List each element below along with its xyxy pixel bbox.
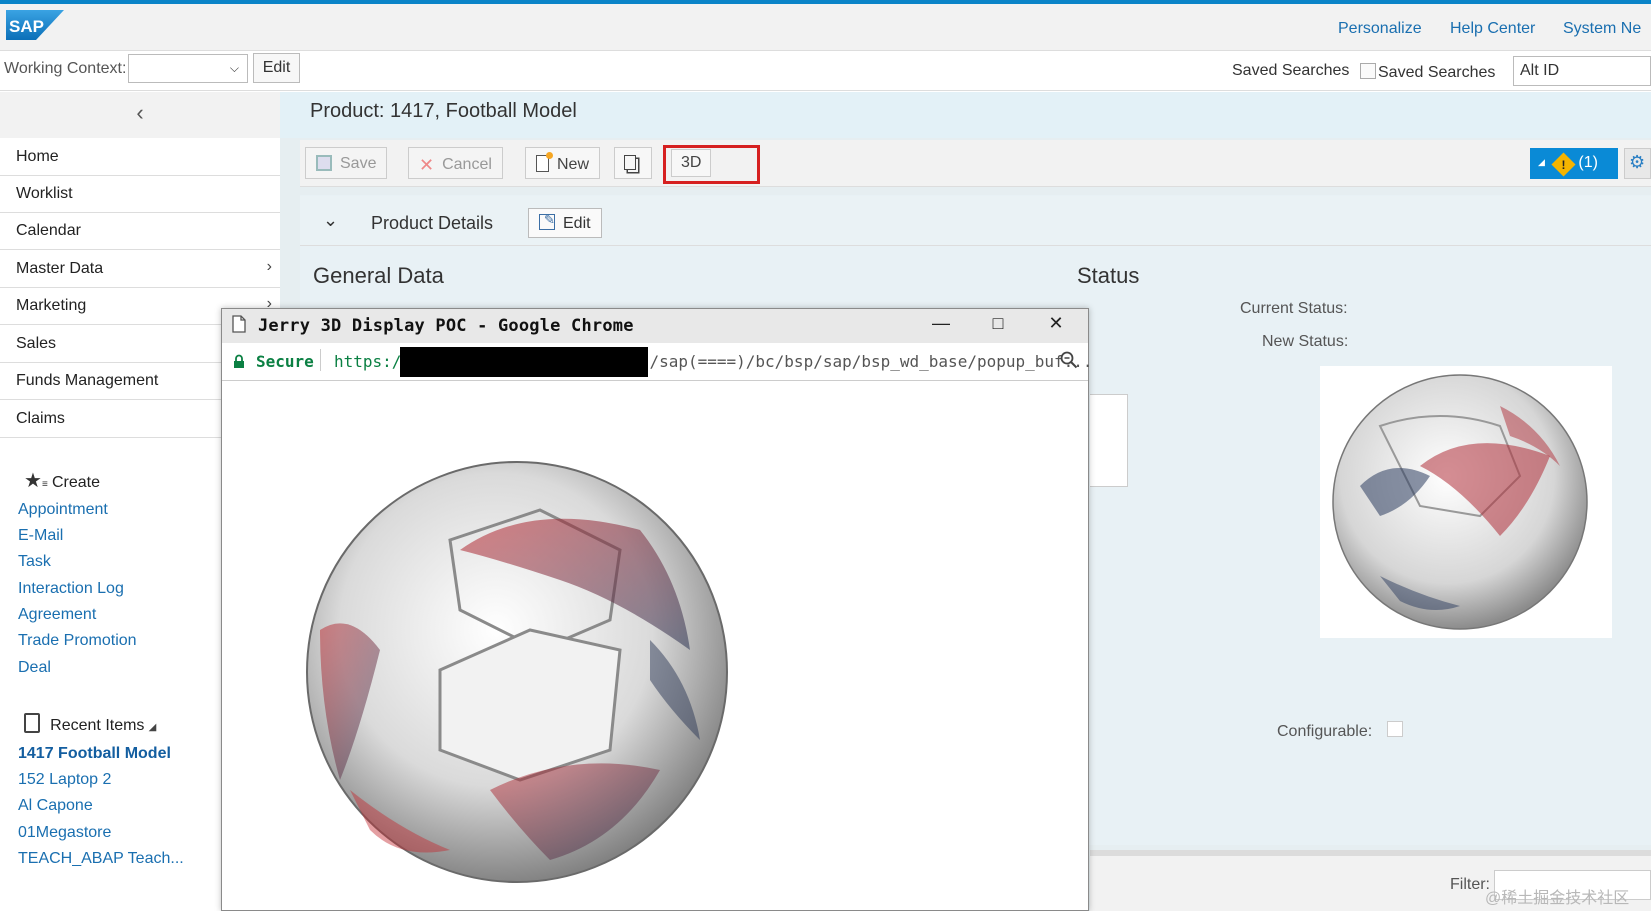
page-icon bbox=[232, 315, 246, 337]
3d-football-render[interactable] bbox=[290, 450, 740, 900]
warning-icon: ! bbox=[1551, 152, 1576, 177]
minimize-icon: — bbox=[932, 313, 950, 333]
current-status-label: Current Status: bbox=[1240, 300, 1348, 317]
saved-searches-label: Saved Searches bbox=[1232, 62, 1350, 79]
floppy-disk-icon bbox=[316, 155, 332, 171]
panel-header bbox=[300, 196, 1651, 246]
create-title: Create bbox=[51, 474, 100, 491]
chevron-down-icon: ⌵ bbox=[229, 61, 239, 75]
configurable-checkbox[interactable] bbox=[1387, 721, 1403, 737]
recent-items-title: Recent Items bbox=[50, 717, 145, 734]
lock-icon bbox=[233, 354, 245, 373]
create-interaction-log-link[interactable]: Interaction Log bbox=[18, 580, 124, 598]
new-button[interactable]: New bbox=[525, 147, 601, 179]
star-list-icon: ★≡ bbox=[24, 470, 48, 492]
new-status-label: New Status: bbox=[1262, 333, 1349, 350]
copy-icon bbox=[624, 155, 636, 170]
cancel-button[interactable]: ✕ Cancel bbox=[408, 147, 503, 179]
minimize-button[interactable]: — bbox=[921, 313, 961, 339]
filter-label: Filter: bbox=[1450, 876, 1490, 893]
recent-item-link[interactable]: 152 Laptop 2 bbox=[18, 771, 111, 789]
secure-label: Secure bbox=[256, 352, 314, 371]
close-window-button[interactable]: ✕ bbox=[1036, 313, 1076, 339]
configurable-label: Configurable: bbox=[1277, 723, 1373, 740]
personalize-link[interactable]: Personalize bbox=[1338, 20, 1422, 38]
system-news-link[interactable]: System Ne bbox=[1563, 20, 1641, 38]
saved-searches-dropdown[interactable]: Saved Searches bbox=[1360, 63, 1495, 82]
collapse-nav-button[interactable]: ‹ bbox=[0, 92, 280, 138]
maximize-icon: □ bbox=[992, 313, 1004, 333]
sap-logo: SAP bbox=[6, 10, 64, 40]
maximize-button[interactable]: □ bbox=[978, 313, 1018, 339]
settings-button[interactable]: ⚙ bbox=[1624, 148, 1651, 179]
popup-title: Jerry 3D Display POC - Google Chrome bbox=[258, 316, 634, 336]
panel-edit-button[interactable]: ✎ Edit bbox=[528, 208, 602, 238]
working-context-label: Working Context: bbox=[4, 60, 127, 77]
recent-item-link[interactable]: Al Capone bbox=[18, 797, 93, 815]
collapse-triangle-icon: ◢ bbox=[148, 722, 157, 733]
nav-item-home[interactable]: Home bbox=[0, 139, 280, 176]
help-center-link[interactable]: Help Center bbox=[1450, 20, 1535, 38]
create-section-header: ★≡ Create bbox=[24, 468, 100, 493]
working-context-select[interactable]: ⌵ bbox=[128, 54, 248, 83]
recent-item-link[interactable]: 01Megastore bbox=[18, 824, 111, 842]
gear-icon: ⚙ bbox=[1629, 152, 1646, 172]
messages-button[interactable]: ◢ ! (1) bbox=[1530, 148, 1618, 179]
resize-corner-icon: ◢ bbox=[1538, 157, 1545, 167]
close-icon: ✕ bbox=[1048, 313, 1064, 333]
panel-title: Product Details bbox=[371, 213, 494, 233]
create-task-link[interactable]: Task bbox=[18, 553, 51, 571]
highlight-box bbox=[663, 145, 760, 184]
nav-item-master-data[interactable]: Master Data › bbox=[0, 251, 280, 288]
create-deal-link[interactable]: Deal bbox=[18, 659, 51, 677]
search-select[interactable]: Alt ID bbox=[1513, 56, 1651, 86]
recent-item-link[interactable]: 1417 Football Model bbox=[18, 745, 171, 763]
broken-image-icon bbox=[1360, 63, 1376, 79]
chevron-right-icon: › bbox=[266, 258, 272, 275]
save-button[interactable]: Save bbox=[305, 147, 388, 179]
football-image bbox=[1332, 374, 1588, 630]
copy-button[interactable] bbox=[614, 147, 652, 179]
nav-item-worklist[interactable]: Worklist bbox=[0, 176, 280, 213]
chevron-left-icon: ‹ bbox=[136, 100, 144, 125]
create-trade-promotion-link[interactable]: Trade Promotion bbox=[18, 632, 137, 650]
status-title: Status bbox=[1077, 263, 1140, 288]
svg-text:SAP: SAP bbox=[9, 17, 44, 36]
create-email-link[interactable]: E-Mail bbox=[18, 527, 63, 545]
nav-item-calendar[interactable]: Calendar bbox=[0, 213, 280, 250]
new-document-icon bbox=[536, 152, 553, 172]
edit-pencil-icon: ✎ bbox=[539, 212, 555, 230]
recent-item-link[interactable]: TEACH_ABAP Teach... bbox=[18, 850, 184, 868]
recent-items-icon bbox=[24, 713, 40, 733]
context-edit-button[interactable]: Edit bbox=[253, 53, 300, 83]
redaction-box bbox=[400, 347, 648, 377]
recent-items-header[interactable]: Recent Items ◢ bbox=[24, 713, 156, 735]
close-icon: ✕ bbox=[419, 155, 435, 175]
create-agreement-link[interactable]: Agreement bbox=[18, 606, 96, 624]
general-data-title: General Data bbox=[313, 263, 444, 288]
create-appointment-link[interactable]: Appointment bbox=[18, 501, 108, 519]
zoom-icon[interactable] bbox=[1060, 351, 1078, 374]
page-title: Product: 1417, Football Model bbox=[310, 100, 577, 122]
product-image bbox=[1320, 366, 1612, 638]
description-textarea[interactable] bbox=[1090, 394, 1128, 487]
watermark: @稀土掘金技术社区 bbox=[1485, 890, 1630, 907]
collapse-chevron-icon[interactable]: ⌄ bbox=[323, 210, 338, 231]
address-divider bbox=[320, 349, 321, 371]
